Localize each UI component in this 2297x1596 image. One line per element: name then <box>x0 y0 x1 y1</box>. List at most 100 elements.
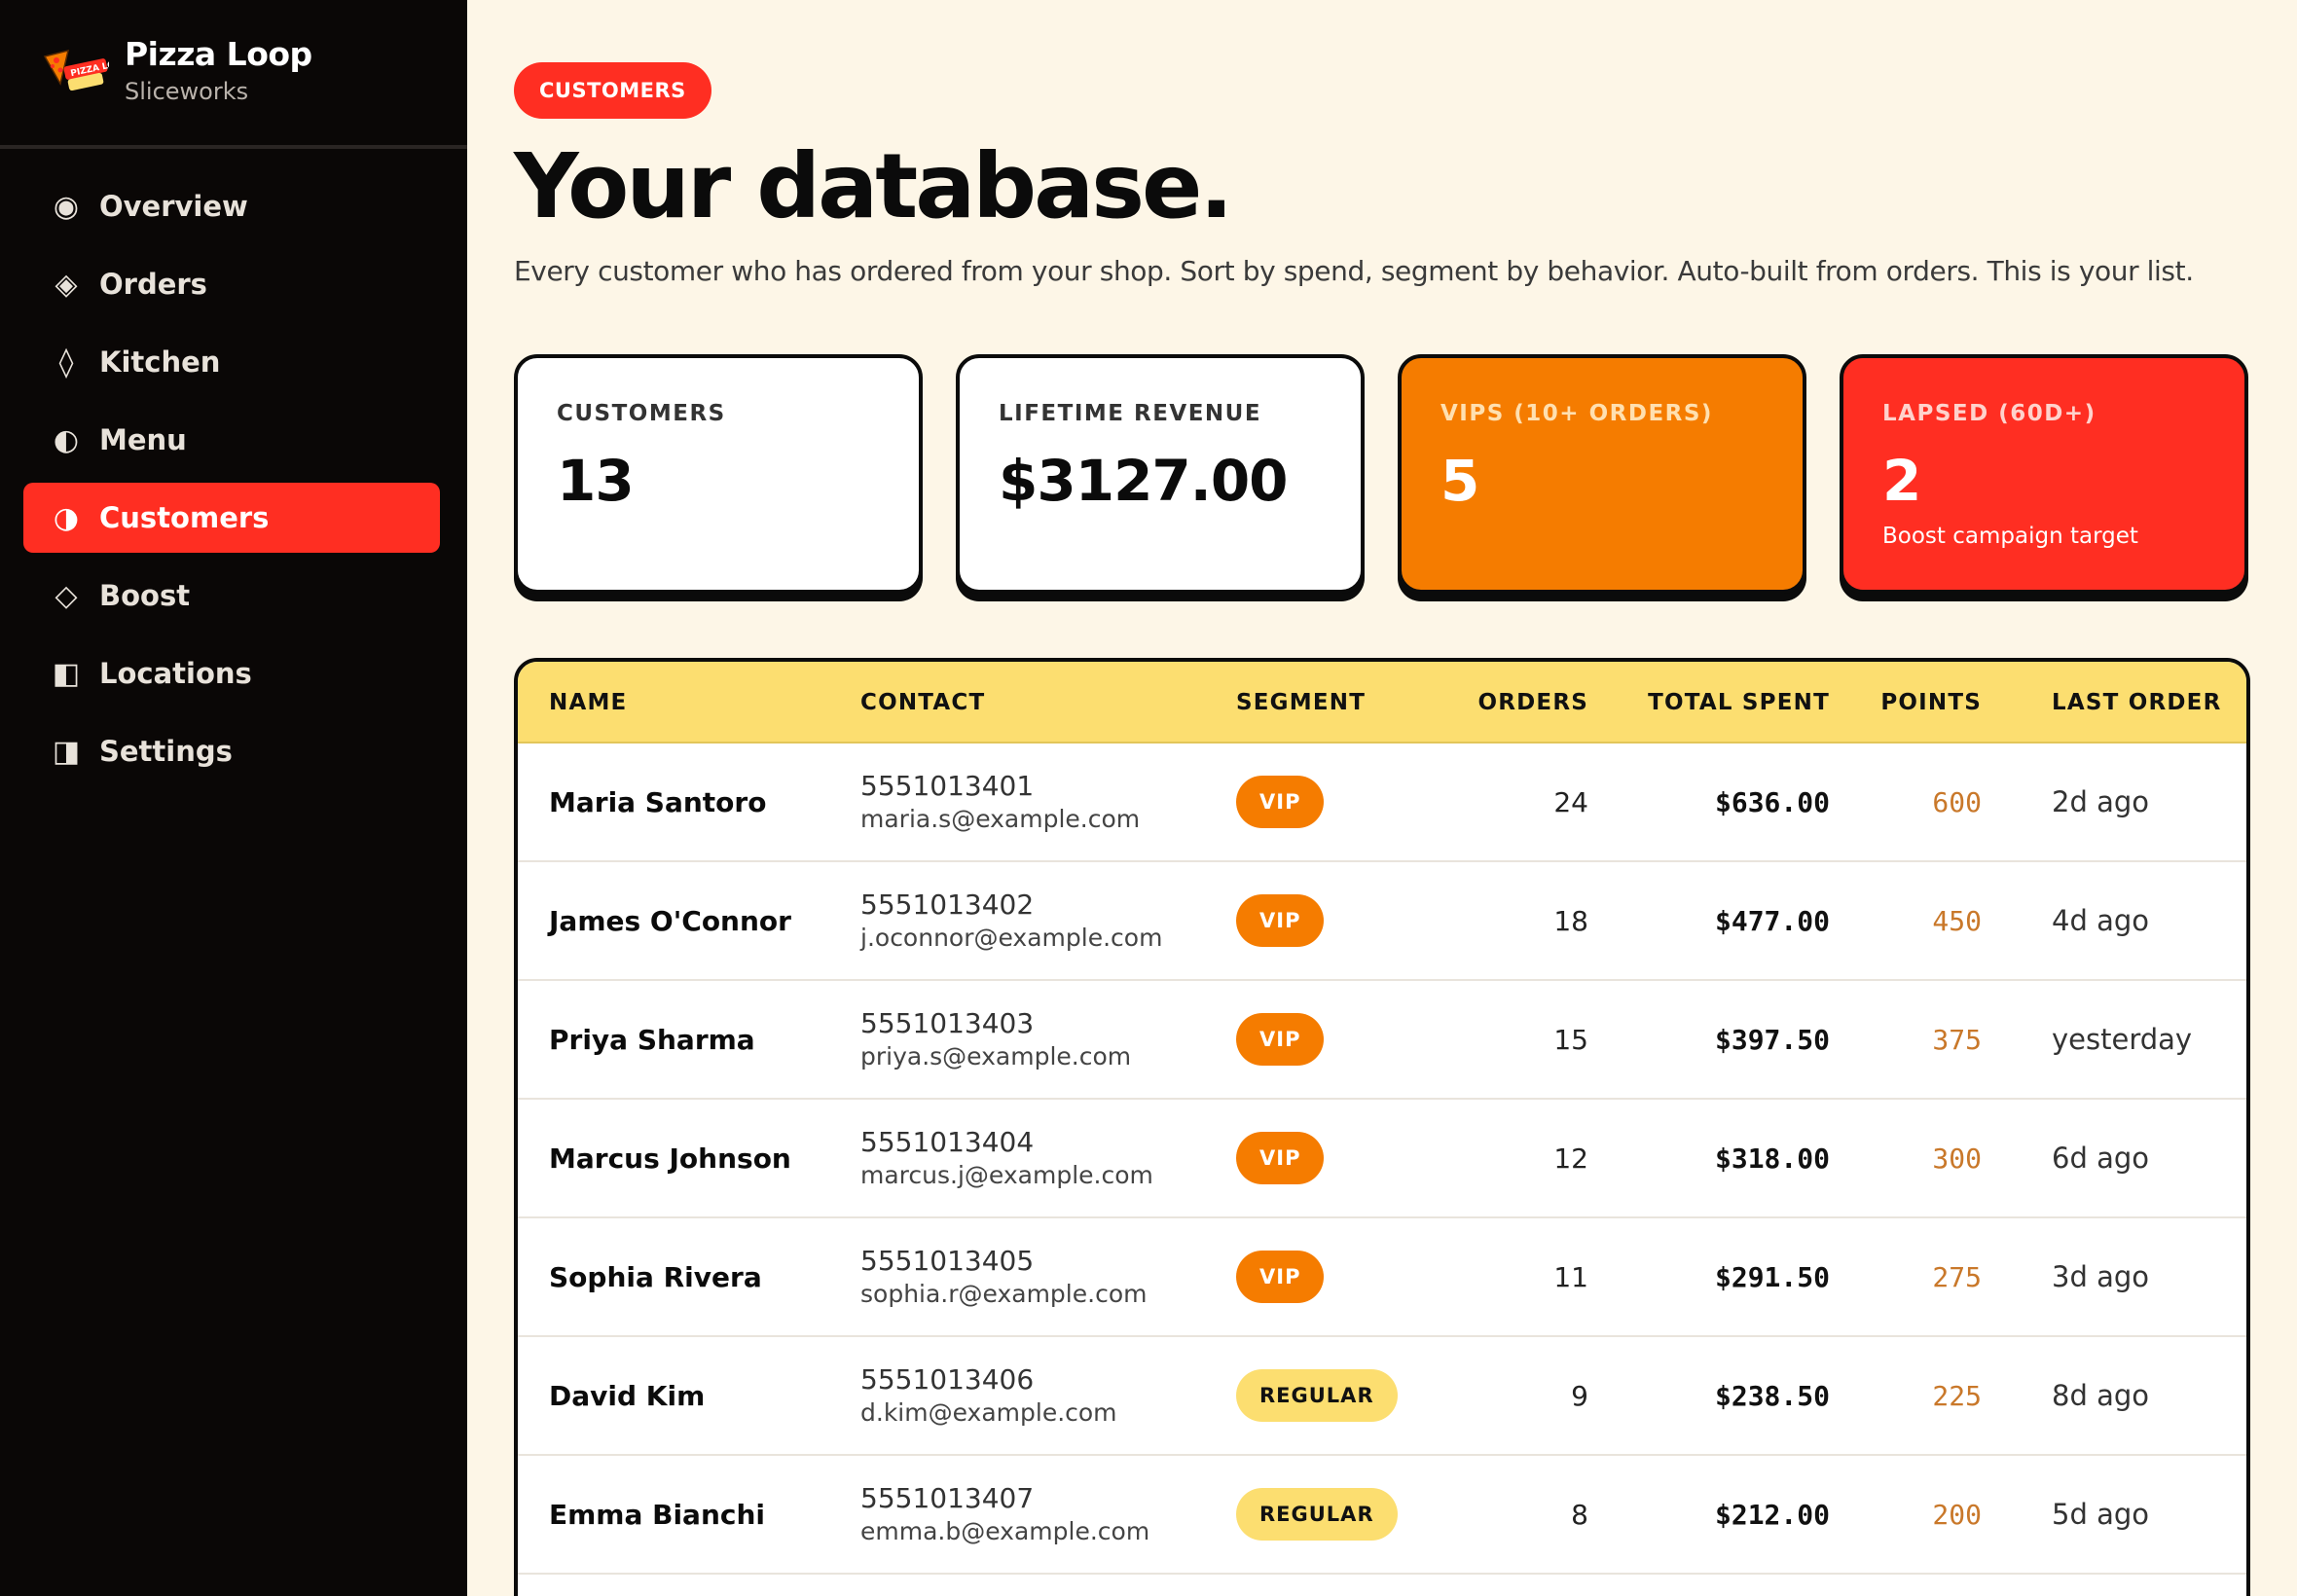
sidebar-item-overview[interactable]: ◉ Overview <box>23 171 440 241</box>
segment-badge: VIP <box>1236 894 1325 947</box>
settings-icon: ◨ <box>52 734 81 769</box>
sidebar-item-label: Overview <box>99 190 248 223</box>
order-count: 15 <box>1553 1023 1588 1056</box>
table-row[interactable]: Maria Santoro 5551013401 maria.s@example.c… <box>518 744 2246 862</box>
total-spent: $397.50 <box>1714 1023 1830 1056</box>
customer-email: marcus.j@example.com <box>860 1161 1153 1189</box>
loyalty-points: 225 <box>1932 1379 1982 1412</box>
order-count: 8 <box>1571 1498 1588 1531</box>
column-header-points[interactable]: POINTS <box>1861 662 1982 744</box>
customer-email: j.oconnor@example.com <box>860 924 1163 952</box>
customer-contact: 5551013405 sophia.r@example.com <box>860 1218 1147 1335</box>
sidebar: PIZZA LOOP Pizza Loop Sliceworks ◉ Overvi… <box>0 0 467 1596</box>
customer-phone: 5551013406 <box>860 1363 1035 1396</box>
boost-icon: ◇ <box>55 578 78 613</box>
stat-label: CUSTOMERS <box>557 401 726 426</box>
customer-email: d.kim@example.com <box>860 1398 1117 1427</box>
segment-badge: VIP <box>1236 1132 1325 1184</box>
customers-table: NAME CONTACT SEGMENT ORDERS TOTAL SPENT … <box>514 658 2250 1596</box>
customer-contact: 5551013401 maria.s@example.com <box>860 744 1140 860</box>
loyalty-points: 300 <box>1932 1142 1982 1175</box>
locations-icon: ◧ <box>52 656 81 691</box>
sidebar-item-label: Settings <box>99 735 233 768</box>
order-count: 24 <box>1553 785 1588 818</box>
sidebar-item-settings[interactable]: ◨ Settings <box>23 716 440 786</box>
segment-cell: VIP <box>1236 1218 1325 1335</box>
last-order: 4d ago <box>2052 904 2149 937</box>
stat-card-customers: CUSTOMERS 13 <box>514 354 923 594</box>
stat-card-revenue: LIFETIME REVENUE $3127.00 <box>956 354 1365 594</box>
table-body: Maria Santoro 5551013401 maria.s@example.c… <box>518 744 2246 1575</box>
customer-name: Sophia Rivera <box>549 1260 762 1293</box>
sidebar-item-label: Locations <box>99 657 252 690</box>
last-order: 8d ago <box>2052 1379 2149 1412</box>
column-header-contact[interactable]: CONTACT <box>860 662 985 744</box>
table-row[interactable]: Priya Sharma 5551013403 priya.s@example.co… <box>518 981 2246 1100</box>
section-badge: CUSTOMERS <box>514 62 711 119</box>
sidebar-item-kitchen[interactable]: ◊ Kitchen <box>23 327 440 397</box>
customer-email: priya.s@example.com <box>860 1042 1132 1070</box>
loyalty-points: 275 <box>1932 1260 1982 1293</box>
stat-label: VIPS (10+ ORDERS) <box>1440 401 1713 426</box>
customer-email: emma.b@example.com <box>860 1517 1150 1545</box>
sidebar-item-label: Menu <box>99 423 187 456</box>
sidebar-item-customers[interactable]: ◑ Customers <box>23 483 440 553</box>
segment-badge: VIP <box>1236 1013 1325 1066</box>
customer-contact: 5551013407 emma.b@example.com <box>860 1456 1149 1573</box>
orders-icon: ◈ <box>55 267 78 302</box>
segment-cell: REGULAR <box>1236 1337 1398 1454</box>
page-description: Every customer who has ordered from your… <box>514 255 2194 287</box>
order-count: 9 <box>1571 1379 1588 1412</box>
sidebar-item-menu[interactable]: ◐ Menu <box>23 405 440 475</box>
customer-phone: 5551013405 <box>860 1245 1035 1277</box>
total-spent: $238.50 <box>1714 1379 1830 1412</box>
total-spent: $477.00 <box>1714 904 1830 937</box>
table-row[interactable]: Marcus Johnson 5551013404 marcus.j@example… <box>518 1100 2246 1218</box>
customer-name: Emma Bianchi <box>549 1498 766 1531</box>
stat-label: LIFETIME REVENUE <box>999 401 1262 426</box>
customer-email: maria.s@example.com <box>860 805 1141 833</box>
segment-badge: VIP <box>1236 1251 1325 1303</box>
stat-value: 2 <box>1882 448 1921 514</box>
column-header-name[interactable]: NAME <box>549 662 627 744</box>
loyalty-points: 200 <box>1932 1498 1982 1531</box>
column-header-orders[interactable]: ORDERS <box>1452 662 1588 744</box>
table-row[interactable]: James O'Connor 5551013402 j.oconnor@exampl… <box>518 862 2246 981</box>
stat-note: Boost campaign target <box>1882 524 2138 549</box>
page-title: Your database. <box>514 134 1233 238</box>
segment-badge: REGULAR <box>1236 1488 1398 1541</box>
segment-badge: VIP <box>1236 776 1325 828</box>
customer-contact: 5551013404 marcus.j@example.com <box>860 1100 1153 1216</box>
column-header-total-spent[interactable]: TOTAL SPENT <box>1608 662 1830 744</box>
menu-icon: ◐ <box>53 422 80 457</box>
column-header-last-order[interactable]: LAST ORDER <box>2052 662 2222 744</box>
table-row[interactable]: David Kim 5551013406 d.kim@example.com REGU… <box>518 1337 2246 1456</box>
stat-label: LAPSED (60D+) <box>1882 401 2096 426</box>
order-count: 11 <box>1553 1260 1588 1293</box>
segment-badge: REGULAR <box>1236 1369 1398 1422</box>
table-row[interactable]: Emma Bianchi 5551013407 emma.b@example.com… <box>518 1456 2246 1575</box>
last-order: yesterday <box>2052 1023 2193 1056</box>
sidebar-item-orders[interactable]: ◈ Orders <box>23 249 440 319</box>
table-row[interactable]: Sophia Rivera 5551013405 sophia.r@example.… <box>518 1218 2246 1337</box>
customers-icon: ◑ <box>53 500 80 535</box>
customer-phone: 5551013407 <box>860 1482 1035 1514</box>
sidebar-item-locations[interactable]: ◧ Locations <box>23 638 440 708</box>
segment-cell: REGULAR <box>1236 1456 1398 1573</box>
sidebar-item-label: Customers <box>99 501 270 534</box>
sidebar-item-boost[interactable]: ◇ Boost <box>23 561 440 631</box>
total-spent: $318.00 <box>1714 1142 1830 1175</box>
customer-name: James O'Connor <box>549 904 791 937</box>
customer-contact: 5551013406 d.kim@example.com <box>860 1337 1117 1454</box>
customer-phone: 5551013404 <box>860 1126 1035 1158</box>
loyalty-points: 375 <box>1932 1023 1982 1056</box>
customer-email: sophia.r@example.com <box>860 1280 1148 1308</box>
last-order: 2d ago <box>2052 785 2149 818</box>
order-count: 12 <box>1553 1142 1588 1175</box>
customer-contact: 5551013403 priya.s@example.com <box>860 981 1131 1098</box>
column-header-segment[interactable]: SEGMENT <box>1236 662 1366 744</box>
segment-cell: VIP <box>1236 1100 1325 1216</box>
loyalty-points: 600 <box>1932 785 1982 818</box>
brand-subtitle: Sliceworks <box>125 78 249 105</box>
last-order: 3d ago <box>2052 1260 2149 1293</box>
